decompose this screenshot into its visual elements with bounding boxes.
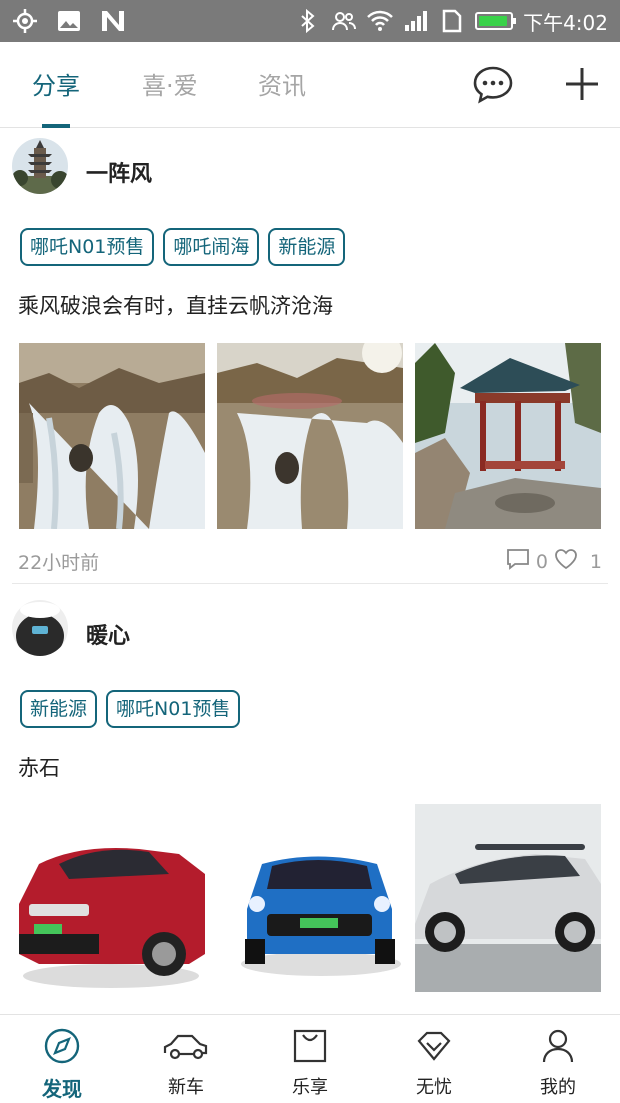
- post-photo[interactable]: [415, 804, 601, 992]
- topic-tag[interactable]: 哪吒N01预售: [20, 228, 155, 266]
- tab-news[interactable]: 资讯: [258, 66, 306, 101]
- comment-icon[interactable]: [506, 548, 530, 575]
- nav-enjoy[interactable]: 乐享: [248, 1015, 372, 1103]
- topic-tag[interactable]: 新能源: [20, 690, 98, 728]
- nav-label: 无忧: [416, 1077, 452, 1098]
- compass-icon: [43, 1027, 81, 1065]
- nav-worry-free[interactable]: 无忧: [372, 1015, 496, 1103]
- top-navigation: 分享 喜·爱 资讯: [0, 42, 620, 128]
- battery-icon: [475, 12, 517, 30]
- like-count: 1: [589, 550, 602, 573]
- nav-mine[interactable]: 我的: [496, 1015, 620, 1103]
- contacts-icon: [331, 8, 357, 34]
- diamond-icon: [415, 1027, 453, 1065]
- post-stats: 0 1: [506, 548, 602, 575]
- post-text: 赤石: [18, 756, 60, 780]
- post-photo[interactable]: [19, 804, 205, 990]
- tag-list: 新能源 哪吒N01预售: [20, 690, 241, 728]
- location-icon: [12, 8, 38, 34]
- nav-label: 发现: [42, 1077, 82, 1101]
- gallery-icon: [56, 8, 82, 34]
- nav-label: 我的: [540, 1077, 576, 1098]
- topic-tag[interactable]: 哪吒闹海: [163, 228, 260, 266]
- sim-icon: [439, 8, 465, 34]
- username[interactable]: 暖心: [86, 618, 130, 650]
- tab-share[interactable]: 分享: [32, 66, 80, 101]
- status-bar: 下午4:02: [0, 0, 620, 42]
- username[interactable]: 一阵风: [86, 156, 152, 188]
- nav-label: 乐享: [292, 1077, 328, 1098]
- bottom-navigation: 发现 新车 乐享 无忧 我的: [0, 1014, 620, 1102]
- status-time: 下午4:02: [523, 10, 608, 35]
- post-photo[interactable]: [237, 804, 403, 990]
- signal-icon: [403, 8, 429, 34]
- post-time: 22小时前: [18, 552, 100, 574]
- comment-count: 0: [535, 550, 548, 573]
- user-icon: [539, 1027, 577, 1065]
- avatar[interactable]: [12, 138, 68, 194]
- post-photo[interactable]: [19, 343, 205, 529]
- nav-discover[interactable]: 发现: [0, 1015, 124, 1103]
- message-icon[interactable]: [473, 64, 513, 104]
- wifi-icon: [367, 8, 393, 34]
- tab-favorites[interactable]: 喜·爱: [142, 66, 198, 101]
- tag-list: 哪吒N01预售 哪吒闹海 新能源: [20, 228, 346, 266]
- feed-list: 一阵风 哪吒N01预售 哪吒闹海 新能源 乘风破浪会有时，直挂云帆济沧海 22小…: [0, 128, 620, 1014]
- bluetooth-icon: [295, 8, 321, 34]
- post-photo[interactable]: [415, 343, 601, 529]
- topic-tag[interactable]: 哪吒N01预售: [106, 690, 241, 728]
- post-photo[interactable]: [217, 343, 403, 529]
- nav-new-car[interactable]: 新车: [124, 1015, 248, 1103]
- post-divider: [12, 583, 608, 584]
- shopping-bag-icon: [291, 1027, 329, 1065]
- n-app-icon: [100, 8, 126, 34]
- post-text: 乘风破浪会有时，直挂云帆济沧海: [18, 294, 333, 318]
- avatar[interactable]: [12, 600, 68, 656]
- topic-tag[interactable]: 新能源: [268, 228, 346, 266]
- nav-label: 新车: [168, 1077, 204, 1098]
- car-icon: [163, 1027, 208, 1065]
- add-icon[interactable]: [562, 64, 602, 104]
- like-icon[interactable]: [554, 548, 578, 575]
